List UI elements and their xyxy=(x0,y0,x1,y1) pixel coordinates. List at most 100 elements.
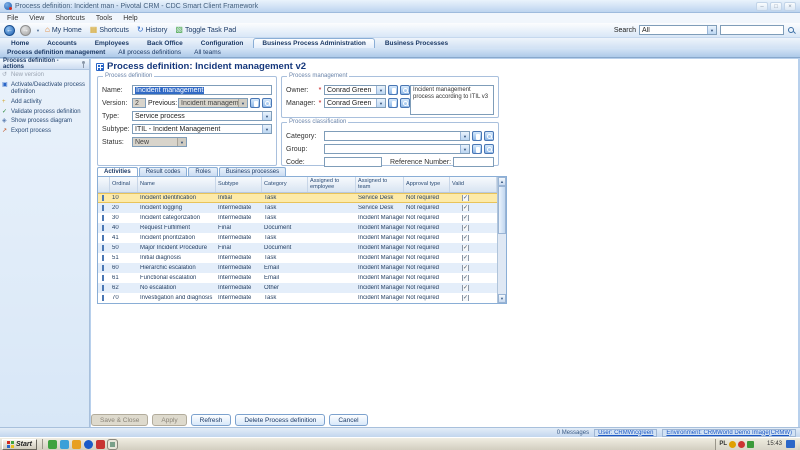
table-row[interactable]: 30 Incident categorization Intermediate … xyxy=(98,213,497,223)
table-row[interactable]: 60 Hierarchic escalation Intermediate Em… xyxy=(98,263,497,273)
workspace-tab[interactable]: Business Processes xyxy=(377,39,456,48)
open-record-icon[interactable] xyxy=(388,85,398,95)
scrollbar-thumb[interactable] xyxy=(498,186,506,234)
table-row[interactable]: 10 Incident identification Initial Task … xyxy=(98,193,497,203)
table-row[interactable]: 62 No escalation Intermediate Other Inci… xyxy=(98,283,497,293)
lookup-icon[interactable] xyxy=(262,98,272,108)
toolbar-button[interactable]: ↻ History xyxy=(137,26,167,34)
table-row[interactable]: 50 Major Incident Procedure Final Docume… xyxy=(98,243,497,253)
table-row[interactable]: 61 Functional escalation Intermediate Em… xyxy=(98,273,497,283)
detail-tab[interactable]: Activities xyxy=(97,167,138,176)
toolbar-button[interactable]: ▦ Shortcuts xyxy=(90,26,129,34)
lookup-icon[interactable] xyxy=(484,144,494,154)
workspace-tab[interactable]: Employees xyxy=(87,39,137,48)
group-select[interactable]: ▼ xyxy=(324,144,470,154)
action-item[interactable]: ◈ Show process diagram xyxy=(0,116,89,126)
environment-segment[interactable]: Environment: CRMWorld Demo Image(CRMW) xyxy=(662,429,796,437)
workspace-tab[interactable]: Configuration xyxy=(193,39,252,48)
menu-item[interactable]: File xyxy=(7,15,18,22)
back-icon[interactable]: ← xyxy=(4,25,15,36)
table-row[interactable]: 20 Incident logging Intermediate Task Se… xyxy=(98,203,497,213)
description-field[interactable]: Incident management process according to… xyxy=(410,85,494,115)
quick-launch-icon[interactable] xyxy=(84,440,93,449)
workspace-tab[interactable]: Back Office xyxy=(139,39,191,48)
toolbar-button[interactable]: ⌂ My Home xyxy=(45,26,82,34)
footer-button[interactable]: Cancel xyxy=(329,414,367,426)
tray-icon[interactable] xyxy=(756,441,763,448)
active-app-taskbar-icon[interactable] xyxy=(108,440,117,449)
tray-icon[interactable] xyxy=(738,441,745,448)
lookup-icon[interactable] xyxy=(400,98,410,108)
table-row[interactable]: 70 Investigation and diagnosis Intermedi… xyxy=(98,293,497,303)
quick-launch-icon[interactable] xyxy=(132,440,141,449)
network-icon[interactable] xyxy=(786,440,795,448)
open-record-icon[interactable] xyxy=(250,98,260,108)
type-select[interactable]: Service process▼ xyxy=(132,111,272,121)
footer-button[interactable]: Refresh xyxy=(191,414,232,426)
footer-button[interactable]: Delete Process definition xyxy=(235,414,325,426)
start-button[interactable]: Start xyxy=(2,439,37,450)
column-header[interactable]: Subtype xyxy=(216,177,262,192)
quick-launch-icon[interactable] xyxy=(120,440,129,449)
table-row[interactable]: 41 Incident prioritization Intermediate … xyxy=(98,233,497,243)
sub-tab[interactable]: Process definition management xyxy=(7,49,105,56)
sub-tab[interactable]: All process definitions xyxy=(118,49,181,56)
pin-icon[interactable] xyxy=(81,61,86,68)
subtype-select[interactable]: ITIL - Incident Management▼ xyxy=(132,124,272,134)
column-header[interactable]: Name xyxy=(138,177,216,192)
workspace-tab[interactable]: Business Process Administration xyxy=(253,38,374,48)
toolbar-button[interactable]: ▧ Toggle Task Pad xyxy=(175,26,236,34)
column-header[interactable]: Valid xyxy=(450,177,497,192)
action-item[interactable]: + Add activity xyxy=(0,97,89,107)
column-header[interactable]: Approval type xyxy=(404,177,450,192)
detail-tab[interactable]: Roles xyxy=(188,167,217,176)
manager-select[interactable]: Conrad Green▼ xyxy=(324,98,386,108)
quick-launch-icon[interactable] xyxy=(72,440,81,449)
minimize-button[interactable]: – xyxy=(756,2,768,11)
category-select[interactable]: ▼ xyxy=(324,131,470,141)
workspace-tab[interactable]: Home xyxy=(3,39,37,48)
action-item[interactable]: ↗ Export process xyxy=(0,126,89,136)
user-segment[interactable]: User: CRMW\cgreen xyxy=(594,429,657,437)
column-header[interactable]: Ordinal xyxy=(110,177,138,192)
lookup-icon[interactable] xyxy=(400,85,410,95)
tray-icon[interactable] xyxy=(729,441,736,448)
quick-launch-icon[interactable] xyxy=(96,440,105,449)
open-record-icon[interactable] xyxy=(472,131,482,141)
menu-item[interactable]: View xyxy=(29,15,44,22)
open-record-icon[interactable] xyxy=(472,144,482,154)
reference-number-field[interactable] xyxy=(453,157,494,167)
table-row[interactable]: 51 Initial diagnosis Intermediate Task I… xyxy=(98,253,497,263)
vertical-scrollbar[interactable]: ▲ ▼ xyxy=(497,177,506,303)
close-button[interactable]: × xyxy=(784,2,796,11)
open-record-icon[interactable] xyxy=(388,98,398,108)
column-header[interactable]: Assigned to team xyxy=(356,177,404,192)
quick-launch-icon[interactable] xyxy=(60,440,69,449)
code-field[interactable] xyxy=(324,157,382,167)
workspace-tab[interactable]: Accounts xyxy=(39,39,85,48)
table-row[interactable]: 40 Request Fulfilment Final Document Inc… xyxy=(98,223,497,233)
detail-tab[interactable]: Result codes xyxy=(139,167,188,176)
lookup-icon[interactable] xyxy=(484,131,494,141)
name-field[interactable]: Incident management xyxy=(132,85,272,95)
menu-item[interactable]: Help xyxy=(123,15,137,22)
nav-history-caret-icon[interactable]: ▼ xyxy=(36,28,40,33)
detail-tab[interactable]: Business processes xyxy=(219,167,286,176)
menu-item[interactable]: Shortcuts xyxy=(55,15,85,22)
search-input[interactable] xyxy=(720,25,784,35)
quick-launch-icon[interactable] xyxy=(48,440,57,449)
column-header[interactable]: Assigned to employee xyxy=(308,177,356,192)
scroll-up-icon[interactable]: ▲ xyxy=(498,177,506,186)
owner-select[interactable]: Conrad Green▼ xyxy=(324,85,386,95)
action-item[interactable]: ▣ Activate/Deactivate process definition xyxy=(0,80,89,97)
action-item[interactable]: ✓ Validate process definition xyxy=(0,107,89,117)
column-header[interactable]: Category xyxy=(262,177,308,192)
sub-tab[interactable]: All teams xyxy=(194,49,221,56)
tray-icon[interactable] xyxy=(747,441,754,448)
search-icon[interactable] xyxy=(787,26,796,35)
forward-icon[interactable]: → xyxy=(20,25,31,36)
scroll-down-icon[interactable]: ▼ xyxy=(498,294,506,303)
menu-item[interactable]: Tools xyxy=(96,15,112,22)
search-scope-select[interactable]: All ▼ xyxy=(639,25,717,35)
maximize-button[interactable]: □ xyxy=(770,2,782,11)
